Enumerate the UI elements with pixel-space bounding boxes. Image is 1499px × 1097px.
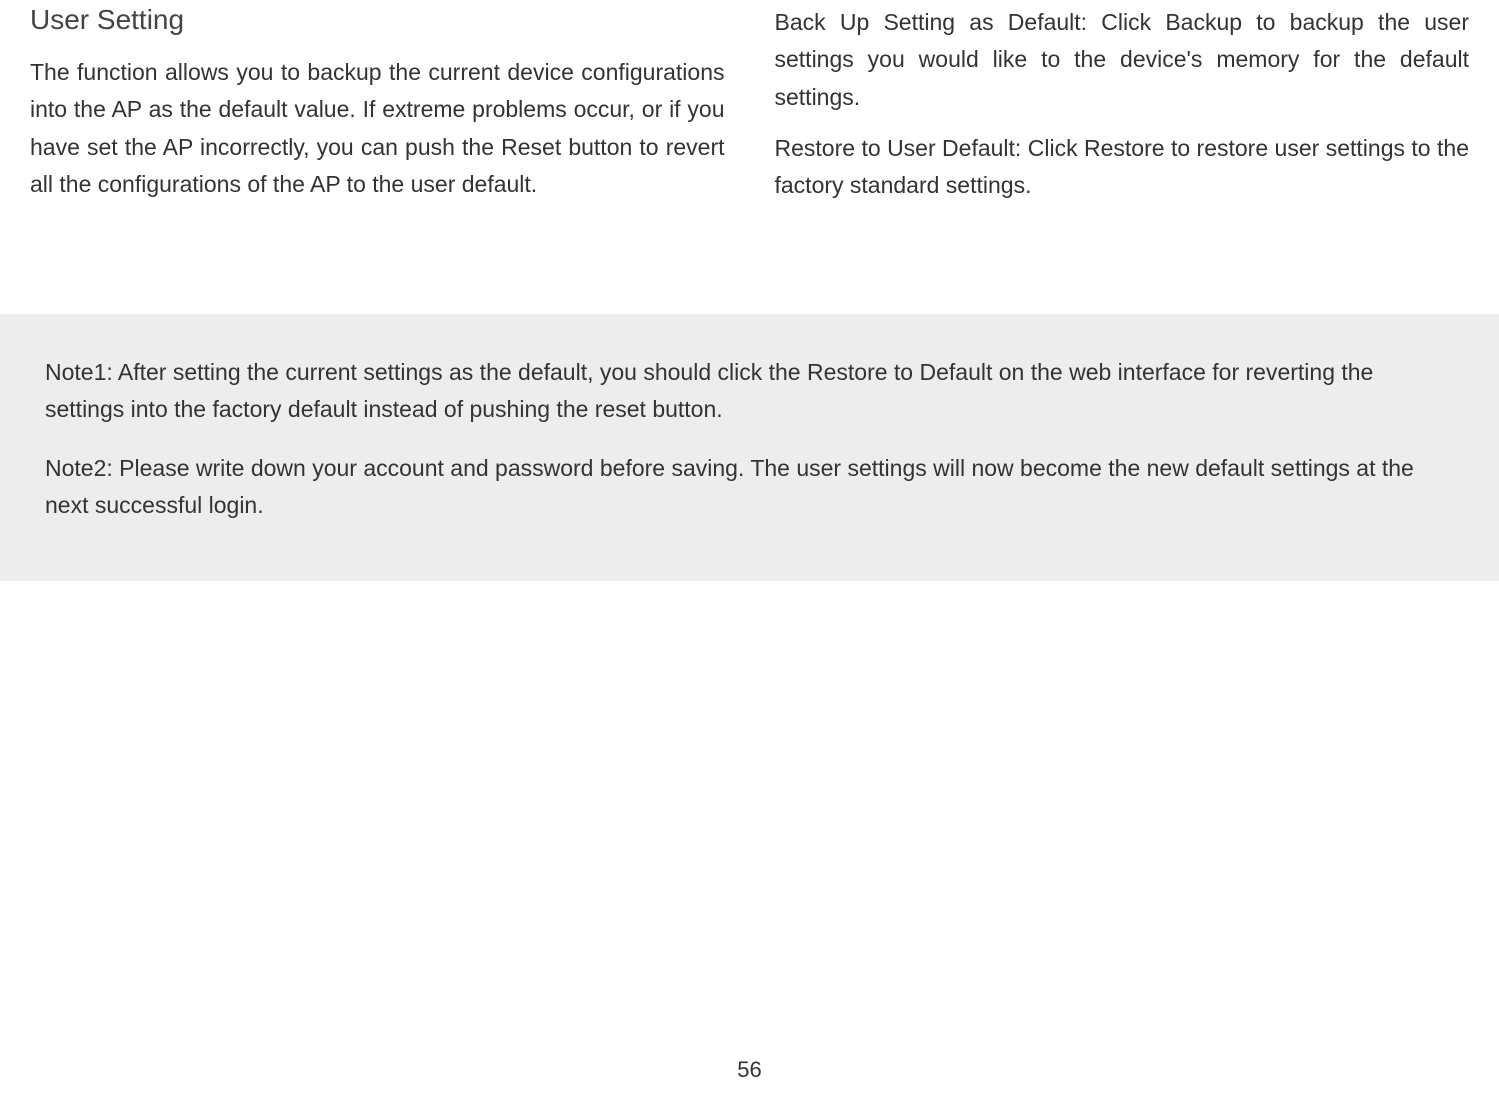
page-number: 56 bbox=[737, 1057, 761, 1083]
right-paragraph-1: Back Up Setting as Default: Click Backup… bbox=[775, 4, 1470, 116]
right-column: Back Up Setting as Default: Click Backup… bbox=[775, 0, 1470, 204]
note-1: Note1: After setting the current setting… bbox=[45, 354, 1454, 428]
content-area: User Setting The function allows you to … bbox=[0, 0, 1499, 204]
note-2: Note2: Please write down your account an… bbox=[45, 450, 1454, 524]
two-column-layout: User Setting The function allows you to … bbox=[30, 0, 1469, 204]
section-heading: User Setting bbox=[30, 4, 725, 36]
right-paragraph-2: Restore to User Default: Click Restore t… bbox=[775, 130, 1470, 205]
note-box: Note1: After setting the current setting… bbox=[0, 314, 1499, 581]
left-paragraph: The function allows you to backup the cu… bbox=[30, 54, 725, 203]
left-column: User Setting The function allows you to … bbox=[30, 0, 725, 204]
